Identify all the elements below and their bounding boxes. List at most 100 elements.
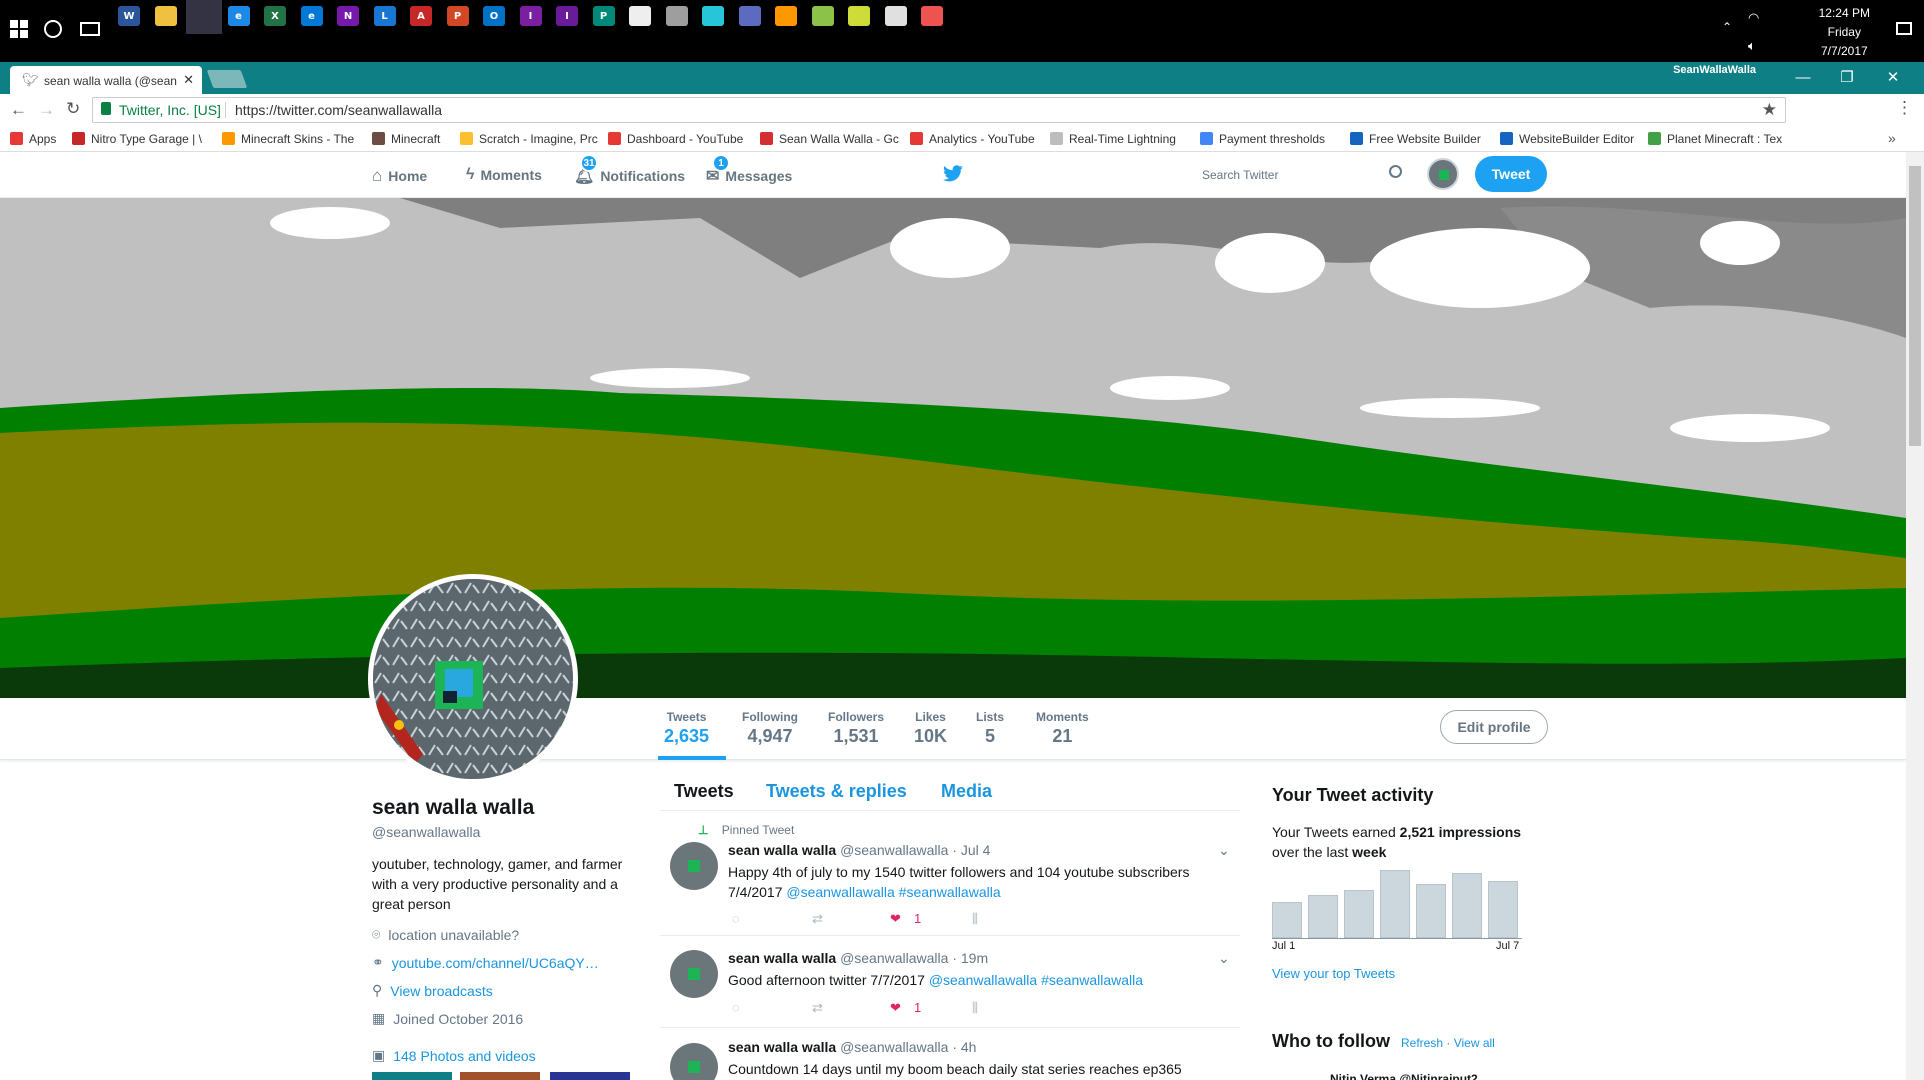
scrollbar-thumb[interactable]	[1909, 166, 1921, 446]
bookmark-item[interactable]: Sean Walla Walla - Gc	[760, 132, 900, 146]
edge-icon[interactable]: e	[300, 6, 323, 26]
word-icon[interactable]: W	[118, 6, 140, 26]
minimize-button[interactable]: —	[1782, 62, 1824, 92]
bookmark-item[interactable]: Free Website Builder	[1350, 132, 1490, 146]
tweet-links[interactable]: @seanwallawalla #seanwallawalla	[929, 972, 1143, 988]
vlc-icon[interactable]	[775, 6, 797, 26]
reload-icon[interactable]: ↻	[66, 99, 80, 119]
nav-home[interactable]: ⌂ Home	[372, 166, 427, 186]
bookmark-item[interactable]: Scratch - Imagine, Prc	[460, 132, 600, 146]
tweet-button[interactable]: Tweet	[1475, 156, 1547, 192]
suggested-user[interactable]: Nitin Verma @Nitinrajput2	[1330, 1072, 1530, 1080]
infopath-filler-icon[interactable]: I	[556, 6, 578, 26]
close-window-button[interactable]: ✕	[1872, 62, 1914, 92]
chart-bar[interactable]	[1380, 870, 1410, 938]
view-top-tweets-link[interactable]: View your top Tweets	[1272, 966, 1395, 981]
tweet-links[interactable]: @seanwallawalla #seanwallawalla	[786, 884, 1000, 900]
diamond-icon[interactable]	[702, 6, 724, 26]
tab-tweets[interactable]: Tweets	[674, 781, 734, 802]
bookmark-item[interactable]: WebsiteBuilder Editor	[1500, 132, 1640, 146]
stat-tweets[interactable]: Tweets 2,635	[664, 710, 709, 747]
stat-lists[interactable]: Lists 5	[976, 710, 1004, 747]
forward-icon[interactable]: →	[38, 100, 55, 120]
search-input[interactable]: Search Twitter	[1190, 159, 1410, 189]
stat-following[interactable]: Following 4,947	[742, 710, 798, 747]
chart-bar[interactable]	[1308, 895, 1338, 938]
globe-icon[interactable]	[738, 6, 761, 26]
chrome-canary-icon[interactable]	[921, 6, 943, 26]
photo-thumbnail[interactable]	[372, 1072, 452, 1080]
photo-thumbnail[interactable]	[550, 1072, 630, 1080]
nav-moments[interactable]: ϟ Moments	[466, 166, 542, 184]
photo-thumbnail[interactable]	[460, 1072, 540, 1080]
twitter-logo-icon[interactable]	[942, 165, 964, 183]
infopath-icon[interactable]: I	[519, 6, 542, 26]
heart-icon[interactable]: ❤	[890, 911, 901, 927]
action-center-icon[interactable]	[1896, 22, 1912, 35]
game-icon[interactable]	[811, 6, 834, 26]
heart-icon[interactable]: ❤	[890, 1000, 901, 1016]
restore-button[interactable]: ❐	[1826, 62, 1868, 92]
start-button[interactable]	[10, 20, 28, 38]
star-icon[interactable]: ★	[1762, 100, 1777, 120]
chevron-down-icon[interactable]: ⌄	[1218, 950, 1230, 967]
tweet[interactable]: sean walla walla @seanwallawalla · Jul 4…	[670, 842, 1230, 932]
bookmark-item[interactable]: Payment thresholds	[1200, 132, 1340, 146]
new-tab-button[interactable]	[206, 70, 248, 88]
address-bar[interactable]: Twitter, Inc. [US] https://twitter.com/s…	[92, 97, 1786, 123]
nav-messages[interactable]: ✉ Messages 1	[706, 154, 792, 186]
bookmark-item[interactable]: Real-Time Lightning	[1050, 132, 1190, 146]
stat-likes[interactable]: Likes 10K	[914, 710, 947, 747]
chrome-profile-name[interactable]: SeanWallaWalla	[1673, 64, 1756, 76]
outlook-icon[interactable]: O	[483, 6, 505, 26]
profile-website[interactable]: ⚭ youtube.com/channel/UC6aQY…	[372, 954, 599, 971]
more-bookmarks-icon[interactable]: »	[1888, 130, 1896, 146]
bookmark-item[interactable]: Planet Minecraft : Tex	[1648, 132, 1788, 146]
photos-link[interactable]: 148 Photos and videos	[393, 1048, 535, 1064]
file-explorer-icon[interactable]	[154, 6, 177, 26]
profile-avatar[interactable]	[368, 574, 578, 784]
profile-photos[interactable]: ▣ 148 Photos and videos	[372, 1047, 536, 1064]
reply-icon[interactable]: ◌	[732, 1000, 740, 1015]
notes-icon[interactable]	[884, 6, 907, 26]
chevron-up-icon[interactable]: ⌃	[1722, 20, 1732, 34]
analytics-icon[interactable]: ⫼	[972, 1000, 978, 1016]
flash-icon[interactable]	[848, 6, 870, 26]
back-icon[interactable]: ←	[10, 100, 27, 120]
reply-icon[interactable]: ◌	[732, 911, 740, 926]
access-icon[interactable]: A	[410, 6, 432, 26]
volume-icon[interactable]: 🔈︎	[1748, 38, 1756, 54]
tweet-author[interactable]: sean walla walla	[728, 1039, 836, 1055]
chart-bar[interactable]	[1272, 902, 1302, 938]
chart-bar[interactable]	[1488, 881, 1518, 938]
bookmark-item[interactable]: Apps	[10, 132, 64, 146]
search-icon[interactable]	[1389, 165, 1402, 178]
url-text[interactable]: https://twitter.com/seanwallawalla	[235, 102, 442, 118]
chevron-down-icon[interactable]: ⌄	[1218, 842, 1230, 859]
chart-bar[interactable]	[1452, 873, 1482, 938]
tweet-author[interactable]: sean walla walla	[728, 950, 836, 966]
nav-notifications[interactable]: 🔔︎ Notifications 31	[574, 154, 685, 186]
tweet-avatar[interactable]	[670, 950, 718, 998]
tweet[interactable]: sean walla walla @seanwallawalla · 19m G…	[670, 950, 1230, 1020]
bookmark-item[interactable]: Nitro Type Garage | \	[72, 132, 212, 146]
close-tab-icon[interactable]: ✕	[183, 72, 194, 88]
tweet-avatar[interactable]	[670, 842, 718, 890]
account-avatar[interactable]	[1427, 158, 1459, 190]
clock[interactable]: 12:24 PM Friday 7/7/2017	[1819, 4, 1870, 61]
retweet-icon[interactable]: ⇄	[812, 1000, 823, 1016]
cortana-button[interactable]	[44, 20, 62, 38]
tweet[interactable]: sean walla walla @seanwallawalla · 4h Co…	[670, 1039, 1210, 1080]
website-link[interactable]: youtube.com/channel/UC6aQY…	[392, 955, 599, 971]
profile-name[interactable]: sean walla walla	[372, 796, 534, 820]
lync-icon[interactable]: L	[373, 6, 396, 26]
bookmark-item[interactable]: Dashboard - YouTube	[608, 132, 748, 146]
minecraft-icon[interactable]	[665, 6, 688, 26]
page-scrollbar[interactable]	[1906, 152, 1924, 1080]
stat-moments[interactable]: Moments 21	[1036, 710, 1089, 747]
view-all-link[interactable]: View all	[1454, 1036, 1495, 1050]
bookmark-item[interactable]: Minecraft Skins - The	[222, 132, 362, 146]
task-view-button[interactable]	[80, 22, 100, 36]
wifi-icon[interactable]: ◠	[1748, 10, 1759, 26]
powerpoint-icon[interactable]: P	[446, 6, 469, 26]
